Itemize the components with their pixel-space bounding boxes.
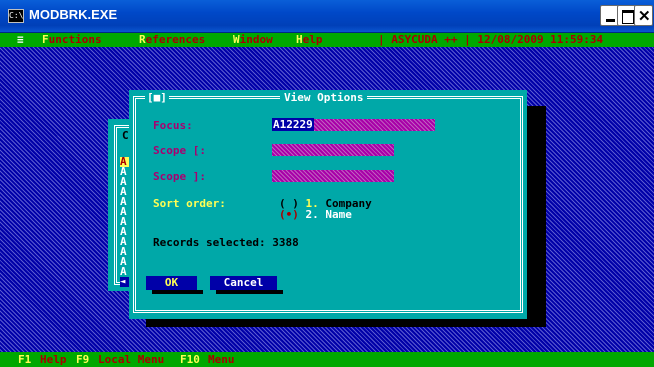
ok-button-shadow [152,290,203,294]
scope-start-field[interactable] [272,144,394,156]
ok-button[interactable]: OK [146,276,203,294]
close-icon: ✕ [638,8,651,25]
scope-start-label: Scope [: [153,144,206,157]
dialog-close-box[interactable]: [■] [145,91,169,104]
f9-key[interactable]: F9 [76,352,89,367]
f10-menu[interactable]: Menu [208,352,235,367]
cancel-button-shadow [216,290,283,294]
focus-label: Focus: [153,119,193,132]
status-bar: F1 Help F9 Local Menu F10 Menu [0,352,654,367]
console-icon[interactable]: C:\ [8,9,24,23]
scope-end-label: Scope ]: [153,170,206,183]
window-title-bar[interactable]: C:\ MODBRK.EXE ✕ [0,0,654,33]
view-options-dialog: [■] View Options Focus: A12229 Scope [: … [129,90,527,319]
dos-screen: ≡ Functions References Window Help | ASY… [0,33,654,367]
window-title: MODBRK.EXE [29,7,118,22]
records-selected-text: Records selected: 3388 [153,236,299,249]
menu-functions[interactable]: Functions [42,33,102,47]
system-menu-icon[interactable]: ≡ [17,33,24,47]
f1-key[interactable]: F1 [18,352,31,367]
focus-value: A12229 [272,118,314,131]
close-button[interactable]: ✕ [634,5,653,26]
background-column-header: C [122,129,129,142]
f9-local-menu[interactable]: Local Menu [98,352,164,367]
menu-bar: ≡ Functions References Window Help | ASY… [0,33,654,47]
dialog-title: View Options [280,91,368,104]
cancel-button[interactable]: Cancel [210,276,283,294]
focus-field[interactable]: A12229 [272,118,435,131]
menu-help[interactable]: Help [296,33,323,47]
scope-end-field[interactable] [272,170,394,182]
sort-order-label: Sort order: [153,197,226,210]
system-status-clock: | ASYCUDA ++ | 12/08/2009 11:59:34 [378,33,604,46]
radio-selected-icon: (•) [279,208,299,221]
f10-key[interactable]: F10 [180,352,200,367]
f1-help[interactable]: Help [40,352,67,367]
menu-window[interactable]: Window [233,33,273,47]
menu-references[interactable]: References [139,33,205,47]
sort-option-name[interactable]: (•) 2. Name [279,208,352,221]
